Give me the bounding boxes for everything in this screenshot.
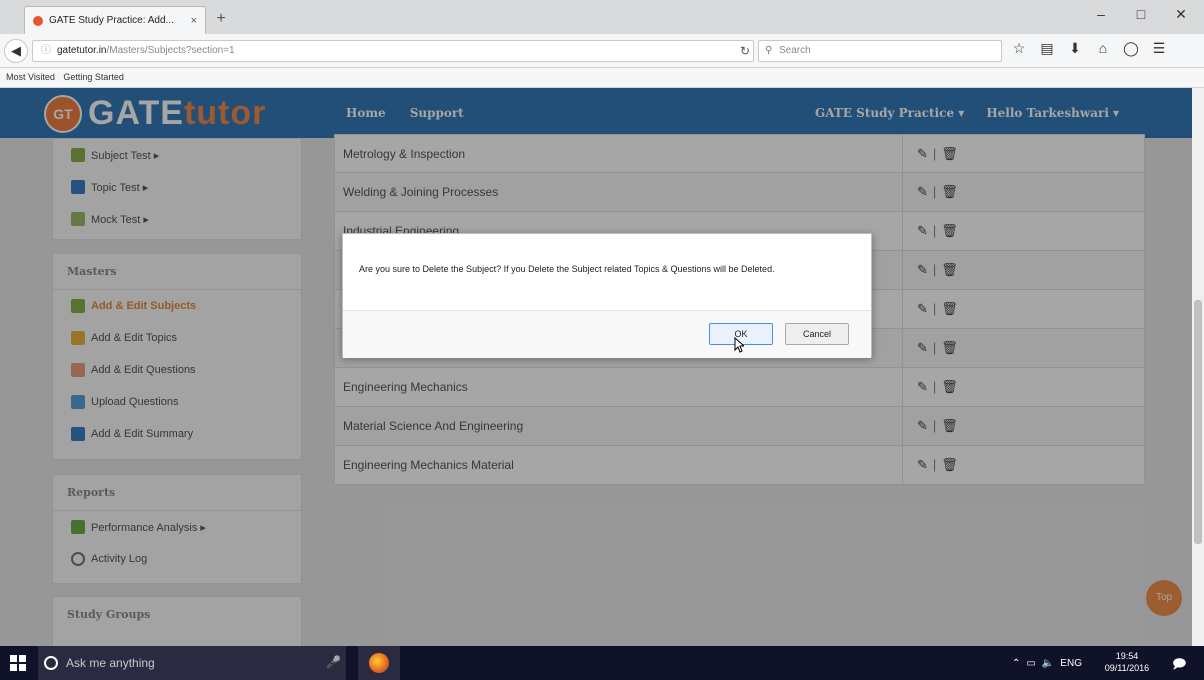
reader-icon[interactable]: ▤ [1038, 40, 1056, 57]
info-icon: ⓘ [41, 45, 51, 56]
url-host: gatetutor.in [57, 45, 107, 56]
firefox-icon [369, 653, 389, 673]
minimize-icon[interactable]: – [1086, 6, 1116, 22]
toolbar-icons: ☆ ▤ ⬇ ⌂ ◯ ☰ [1010, 40, 1168, 57]
home-icon[interactable]: ⌂ [1094, 40, 1112, 57]
confirm-delete-dialog: Are you sure to Delete the Subject? If y… [342, 233, 872, 358]
menu-icon[interactable]: ☰ [1150, 40, 1168, 57]
browser-tab[interactable]: GATE Study Practice: Add... × [24, 6, 206, 34]
firefox-taskbar-button[interactable] [358, 646, 400, 680]
download-icon[interactable]: ⬇ [1066, 40, 1084, 57]
close-tab-icon[interactable]: × [191, 15, 197, 27]
close-window-icon[interactable]: ✕ [1166, 6, 1196, 23]
cortana-placeholder: Ask me anything [66, 656, 155, 670]
bookmarks-bar: Most Visited Getting Started [0, 68, 1204, 88]
dialog-footer: OK Cancel [343, 310, 871, 358]
browser-nav-bar: ◀ ⓘ gatetutor.in/Masters/Subjects?section… [0, 34, 1204, 68]
microphone-icon[interactable]: 🎤 [326, 655, 341, 669]
browser-search-input[interactable]: ⚲ Search [758, 40, 1002, 62]
dialog-message: Are you sure to Delete the Subject? If y… [359, 264, 775, 274]
search-icon: ⚲ [765, 45, 773, 56]
new-tab-button[interactable]: + [210, 8, 232, 30]
language-indicator[interactable]: ENG [1060, 658, 1082, 669]
url-path: /Masters/Subjects?section=1 [106, 45, 235, 56]
volume-icon[interactable]: 🔈 [1042, 658, 1054, 669]
notification-icon[interactable]: 🗩 [1172, 655, 1186, 677]
clock-date: 09/11/2016 [1104, 663, 1150, 673]
tab-title: GATE Study Practice: Add... [49, 15, 174, 26]
reload-icon[interactable]: ↻ [740, 44, 750, 58]
mouse-cursor-icon [734, 337, 744, 353]
bookmark-star-icon[interactable]: ☆ [1010, 40, 1028, 57]
address-bar[interactable]: ⓘ gatetutor.in/Masters/Subjects?section=1 [32, 40, 754, 62]
windows-start-icon[interactable] [10, 655, 26, 671]
cortana-icon [44, 656, 58, 670]
search-placeholder: Search [779, 45, 811, 56]
windows-taskbar: Ask me anything 🎤 ⌃ ▭ 🔈 ENG 19:54 09/11/… [0, 646, 1204, 680]
cancel-button[interactable]: Cancel [785, 323, 849, 345]
network-icon[interactable]: ▭ [1026, 658, 1035, 669]
scrollbar-thumb[interactable] [1194, 300, 1202, 544]
favicon-icon [33, 15, 43, 26]
cortana-search[interactable]: Ask me anything [38, 646, 346, 680]
clock-time: 19:54 [1115, 651, 1139, 661]
page-scrollbar[interactable] [1192, 88, 1204, 646]
system-tray: ⌃ ▭ 🔈 ENG [1012, 646, 1082, 680]
chevron-up-icon[interactable]: ⌃ [1012, 658, 1020, 669]
taskbar-clock[interactable]: 19:54 09/11/2016 [1104, 650, 1150, 674]
back-button[interactable]: ◀ [4, 39, 28, 63]
bookmark-getting-started[interactable]: Getting Started [63, 72, 124, 82]
modal-backdrop [0, 88, 1192, 646]
bookmark-most-visited[interactable]: Most Visited [6, 72, 55, 82]
pocket-icon[interactable]: ◯ [1122, 40, 1140, 57]
browser-tab-bar: GATE Study Practice: Add... × + – □ ✕ [0, 0, 1204, 34]
maximize-icon[interactable]: □ [1126, 6, 1156, 22]
